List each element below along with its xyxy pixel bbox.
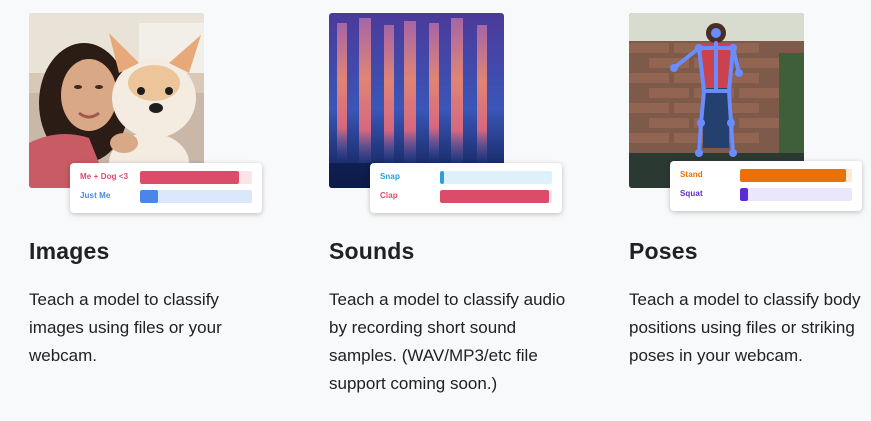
class-label: Just Me — [80, 191, 111, 200]
prediction-row: Just Me — [70, 190, 262, 204]
confidence-bar — [140, 190, 252, 203]
confidence-fill — [140, 190, 158, 203]
class-label: Me + Dog <3 — [80, 172, 129, 181]
prediction-row: Clap — [370, 190, 562, 204]
spectrogram-image — [329, 13, 504, 188]
prediction-row: Squat — [670, 188, 862, 202]
confidence-fill — [440, 190, 549, 203]
confidence-bar — [440, 171, 552, 184]
confidence-bar — [740, 188, 852, 201]
card-description: Teach a model to classify images using f… — [29, 290, 222, 365]
card-description: Teach a model to classify audio by recor… — [329, 290, 566, 393]
class-label: Snap — [380, 172, 400, 181]
card-poses[interactable]: Stand Squat Poses Teach a model to class… — [629, 0, 871, 421]
confidence-fill — [140, 171, 239, 184]
sounds-thumbnail — [329, 13, 504, 188]
confidence-fill — [440, 171, 445, 184]
card-images[interactable]: Me + Dog <3 Just Me Images Teach a model… — [29, 0, 289, 421]
prediction-row: Stand — [670, 169, 862, 183]
confidence-bar — [440, 190, 552, 203]
girl-with-plush-dog-image — [29, 13, 204, 188]
confidence-bar — [140, 171, 252, 184]
images-prediction-panel: Me + Dog <3 Just Me — [70, 163, 262, 213]
images-thumbnail — [29, 13, 204, 188]
card-title[interactable]: Sounds — [329, 238, 415, 265]
confidence-fill — [740, 169, 847, 182]
class-label: Stand — [680, 170, 703, 179]
confidence-bar — [740, 169, 852, 182]
card-sounds[interactable]: Snap Clap Sounds Teach a model to classi… — [329, 0, 589, 421]
card-title[interactable]: Poses — [629, 238, 698, 265]
class-label: Clap — [380, 191, 398, 200]
prediction-row: Me + Dog <3 — [70, 171, 262, 185]
card-description: Teach a model to classify body positions… — [629, 290, 861, 365]
confidence-fill — [740, 188, 748, 201]
class-label: Squat — [680, 189, 703, 198]
prediction-row: Snap — [370, 171, 562, 185]
poses-prediction-panel: Stand Squat — [670, 161, 862, 211]
card-title[interactable]: Images — [29, 238, 109, 265]
sounds-prediction-panel: Snap Clap — [370, 163, 562, 213]
